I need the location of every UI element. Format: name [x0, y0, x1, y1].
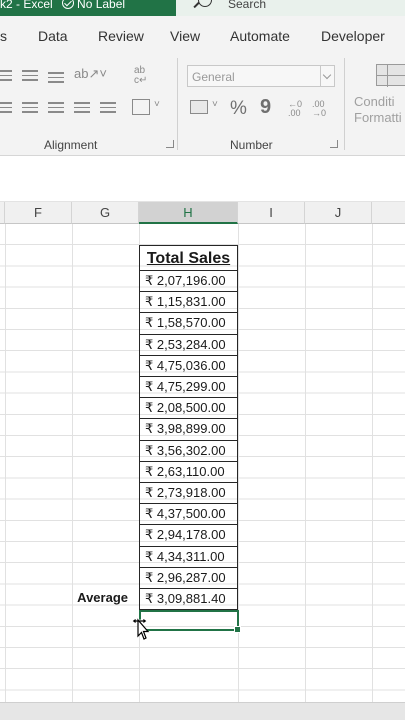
total-sales-cell[interactable]: ₹ 2,53,284.00 [139, 334, 238, 356]
alignment-group-label: Alignment [44, 138, 98, 152]
percent-style-button[interactable]: % [230, 98, 247, 120]
tab-developer[interactable]: Developer [321, 28, 385, 44]
total-sales-cell[interactable]: ₹ 2,63,110.00 [139, 461, 238, 483]
total-sales-cell[interactable]: ₹ 3,56,302.00 [139, 440, 238, 462]
increase-decimal-icon[interactable]: ←0.00 [288, 100, 302, 118]
tab-automate[interactable]: Automate [230, 28, 290, 44]
total-sales-cell[interactable]: ₹ 2,94,178.00 [139, 525, 238, 547]
column-header-j[interactable]: J [305, 202, 372, 224]
search-box[interactable]: Search [176, 0, 405, 16]
group-divider [177, 58, 178, 150]
number-group-label: Number [230, 138, 273, 152]
ribbon: ab↗︎˅ ab c↵ ˅ Alignment General ˅ % 9 ←0.… [0, 52, 405, 156]
conditional-formatting-label-2: Formatti [354, 110, 402, 125]
total-sales-cell[interactable]: ₹ 4,75,299.00 [139, 377, 238, 399]
column-header-i[interactable]: I [238, 202, 305, 224]
total-sales-cell[interactable]: ₹ 4,75,036.00 [139, 355, 238, 377]
document-title: k2 - Excel [0, 0, 53, 11]
align-middle-icon[interactable] [22, 70, 38, 82]
total-sales-cell[interactable]: ₹ 2,07,196.00 [139, 271, 238, 293]
merge-dropdown-icon[interactable]: ˅ [154, 99, 160, 110]
number-launcher-icon[interactable] [330, 140, 338, 148]
chevron-down-icon [320, 66, 334, 86]
sheet-tabs-bar [0, 702, 405, 720]
search-icon [198, 0, 212, 7]
decrease-decimal-icon[interactable]: .00 →0 [312, 100, 326, 118]
title-bar: k2 - Excel No Label Search [0, 0, 405, 16]
merge-center-icon[interactable] [132, 99, 150, 115]
total-sales-cell[interactable]: ₹ 1,58,570.00 [139, 313, 238, 335]
gridline [72, 224, 73, 702]
total-sales-header[interactable]: Total Sales [139, 245, 238, 271]
gridline [372, 224, 373, 702]
comma-style-button[interactable]: 9 [260, 96, 271, 119]
search-placeholder: Search [228, 0, 267, 11]
column-header-h[interactable]: H [139, 202, 238, 224]
window-title: k2 - Excel No Label [0, 0, 125, 11]
conditional-formatting-icon[interactable] [376, 64, 405, 87]
alignment-launcher-icon[interactable] [166, 140, 174, 148]
average-value-cell[interactable]: ₹ 3,09,881.40 [139, 589, 238, 611]
tab-formulas[interactable]: s [0, 28, 7, 44]
orientation-icon[interactable]: ab↗︎˅ [74, 66, 107, 82]
number-format-select[interactable]: General [187, 65, 335, 87]
column-header-k[interactable] [372, 202, 405, 224]
total-sales-cell[interactable]: ₹ 4,37,500.00 [139, 504, 238, 526]
sensitivity-label-icon[interactable] [62, 0, 75, 9]
number-format-value: General [192, 70, 235, 84]
group-divider [344, 58, 345, 150]
active-cell[interactable] [139, 610, 241, 633]
accounting-format-icon[interactable] [190, 100, 208, 114]
formula-bar-area [0, 157, 405, 202]
increase-indent-icon[interactable] [100, 102, 116, 114]
align-bottom-icon[interactable] [48, 72, 64, 84]
gridline [5, 224, 6, 702]
mouse-cursor-icon [131, 617, 150, 640]
total-sales-cell[interactable]: ₹ 3,98,899.00 [139, 419, 238, 441]
total-sales-cell[interactable]: ₹ 2,73,918.00 [139, 483, 238, 505]
ribbon-tabs: s Data Review View Automate Developer [0, 16, 405, 52]
align-top-icon[interactable] [0, 70, 12, 82]
align-center-icon[interactable] [22, 102, 38, 114]
total-sales-cell[interactable]: ₹ 2,96,287.00 [139, 567, 238, 589]
column-header-f[interactable]: F [5, 202, 72, 224]
wrap-text-icon[interactable]: ab c↵ [134, 66, 147, 86]
total-sales-cell[interactable]: ₹ 2,08,500.00 [139, 398, 238, 420]
column-header-g[interactable]: G [72, 202, 139, 224]
total-sales-cell[interactable]: ₹ 4,34,311.00 [139, 546, 238, 568]
tab-review[interactable]: Review [98, 28, 144, 44]
tab-data[interactable]: Data [38, 28, 68, 44]
conditional-formatting-button[interactable]: Conditi Formatti [354, 94, 402, 126]
tab-view[interactable]: View [170, 28, 200, 44]
accounting-dropdown-icon[interactable]: ˅ [212, 99, 218, 110]
average-label[interactable]: Average [72, 590, 138, 605]
gridline [305, 224, 306, 702]
align-right-icon[interactable] [48, 102, 64, 114]
conditional-formatting-label-1: Conditi [354, 94, 395, 109]
total-sales-cell[interactable]: ₹ 1,15,831.00 [139, 292, 238, 314]
sensitivity-label[interactable]: No Label [77, 0, 125, 11]
decrease-indent-icon[interactable] [74, 102, 90, 114]
align-left-icon[interactable] [0, 102, 12, 114]
